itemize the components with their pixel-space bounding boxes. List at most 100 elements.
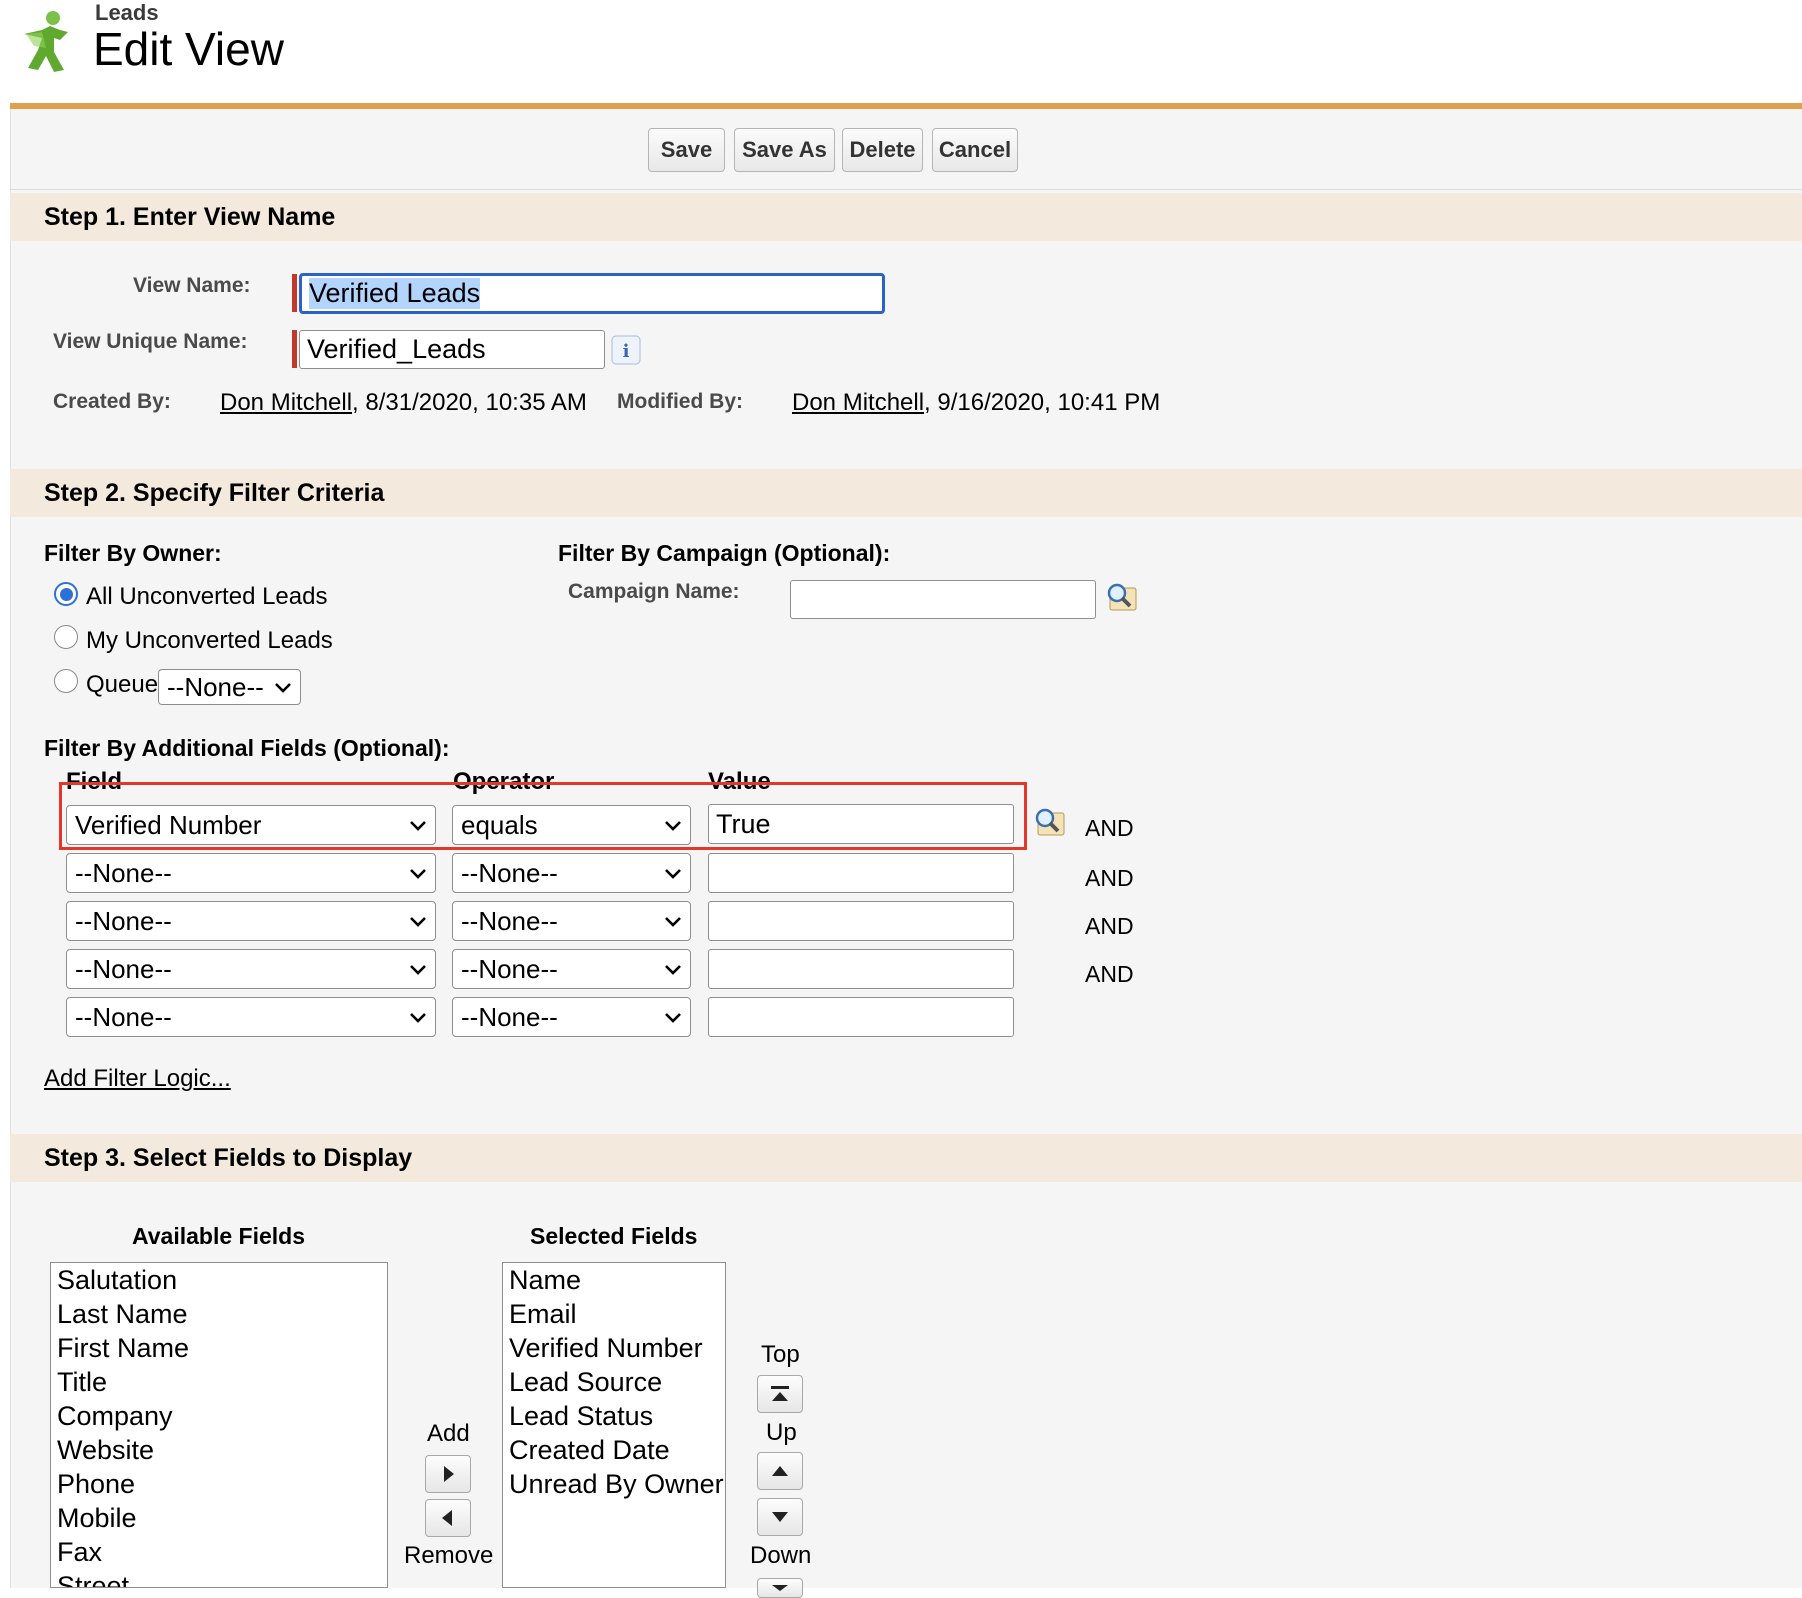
campaign-name-label: Campaign Name: [568, 580, 740, 603]
selected-fields-label: Selected Fields [530, 1223, 698, 1249]
queue-select-value: --None-- [167, 671, 264, 702]
filter-operator-select-3[interactable]: --None-- [452, 901, 691, 941]
queue-select[interactable]: --None-- [158, 669, 301, 705]
filter-value-field-3[interactable] [708, 901, 1014, 941]
remove-label: Remove [404, 1542, 494, 1569]
list-item[interactable]: Verified Number [503, 1331, 725, 1365]
view-name-value: Verified Leads [309, 278, 481, 309]
unique-name-label: View Unique Name: [53, 330, 248, 353]
triangle-up-icon [772, 1466, 788, 1476]
view-name-field[interactable]: Verified Leads [299, 273, 885, 314]
triangle-right-icon [444, 1466, 454, 1482]
campaign-lookup-icon[interactable] [1104, 580, 1138, 614]
radio-all-unconverted[interactable] [54, 582, 78, 606]
filter-campaign-label: Filter By Campaign (Optional): [558, 540, 891, 566]
filter-operator-value: --None-- [461, 953, 558, 984]
chevron-down-icon [410, 1013, 426, 1023]
page-title: Edit View [93, 23, 284, 75]
additional-fields-label: Filter By Additional Fields (Optional): [44, 735, 450, 761]
filter-field-select-3[interactable]: --None-- [66, 901, 436, 941]
add-filter-logic-link[interactable]: Add Filter Logic... [44, 1065, 231, 1093]
conjunction-and: AND [1085, 815, 1134, 841]
filter-field-select-4[interactable]: --None-- [66, 949, 436, 989]
list-item[interactable]: Phone [51, 1467, 387, 1501]
option-queue: Queue [86, 671, 159, 698]
filter-operator-select-2[interactable]: --None-- [452, 853, 691, 893]
list-item[interactable]: Salutation [51, 1263, 387, 1297]
view-name-label: View Name: [133, 274, 251, 297]
filter-field-select-2[interactable]: --None-- [66, 853, 436, 893]
move-bottom-button[interactable] [757, 1578, 803, 1598]
radio-queue[interactable] [54, 669, 78, 693]
filter-owner-label: Filter By Owner: [44, 540, 222, 566]
list-item[interactable]: Lead Source [503, 1365, 725, 1399]
unique-name-value: Verified_Leads [307, 334, 486, 364]
toolbar-divider [10, 189, 1802, 190]
chevron-down-icon [275, 683, 291, 693]
required-marker [292, 274, 297, 312]
filter-value-field-2[interactable] [708, 853, 1014, 893]
delete-button[interactable]: Delete [842, 128, 923, 172]
conjunction-and: AND [1085, 913, 1134, 939]
chevron-down-icon [410, 869, 426, 879]
chevron-down-icon [665, 917, 681, 927]
filter-value-lookup-icon[interactable] [1032, 805, 1066, 839]
move-bottom-icon [772, 1585, 788, 1591]
move-top-button[interactable] [757, 1375, 803, 1413]
list-item[interactable]: Street [51, 1569, 387, 1587]
created-by-user-link[interactable]: Don Mitchell [220, 389, 352, 416]
required-marker [292, 330, 297, 368]
filter-field-value: --None-- [75, 905, 172, 936]
annotation-highlight-box [59, 782, 1027, 850]
remove-field-button[interactable] [425, 1499, 471, 1537]
unique-name-field[interactable]: Verified_Leads [299, 330, 605, 369]
conjunction-and: AND [1085, 865, 1134, 891]
up-label: Up [766, 1419, 797, 1446]
modified-by-label: Modified By: [617, 390, 743, 413]
add-field-button[interactable] [425, 1455, 471, 1493]
list-item[interactable]: Name [503, 1263, 725, 1297]
filter-operator-value: --None-- [461, 905, 558, 936]
save-as-button[interactable]: Save As [734, 128, 835, 172]
list-item[interactable]: Lead Status [503, 1399, 725, 1433]
down-label: Down [750, 1542, 812, 1569]
list-item[interactable]: Fax [51, 1535, 387, 1569]
option-all-unconverted: All Unconverted Leads [86, 583, 328, 610]
selected-fields-listbox[interactable]: Name Email Verified Number Lead Source L… [502, 1262, 726, 1588]
list-item[interactable]: Unread By Owner [503, 1467, 725, 1501]
list-item[interactable]: First Name [51, 1331, 387, 1365]
move-down-button[interactable] [757, 1498, 803, 1536]
filter-value-field-4[interactable] [708, 949, 1014, 989]
filter-operator-select-5[interactable]: --None-- [452, 997, 691, 1037]
cancel-button[interactable]: Cancel [932, 128, 1018, 172]
filter-value-field-5[interactable] [708, 997, 1014, 1037]
step2-heading: Step 2. Specify Filter Criteria [10, 469, 1802, 517]
list-item[interactable]: Website [51, 1433, 387, 1467]
campaign-name-field[interactable] [790, 580, 1096, 619]
chevron-down-icon [410, 917, 426, 927]
conjunction-and: AND [1085, 961, 1134, 987]
top-label: Top [761, 1341, 800, 1368]
filter-operator-value: --None-- [461, 857, 558, 888]
chevron-down-icon [410, 965, 426, 975]
info-icon[interactable]: i [611, 335, 641, 365]
available-fields-listbox[interactable]: Salutation Last Name First Name Title Co… [50, 1262, 388, 1588]
list-item[interactable]: Created Date [503, 1433, 725, 1467]
list-item[interactable]: Company [51, 1399, 387, 1433]
save-button[interactable]: Save [648, 128, 725, 172]
filter-field-select-5[interactable]: --None-- [66, 997, 436, 1037]
list-item[interactable]: Email [503, 1297, 725, 1331]
filter-operator-select-4[interactable]: --None-- [452, 949, 691, 989]
list-item[interactable]: Last Name [51, 1297, 387, 1331]
list-item[interactable]: Mobile [51, 1501, 387, 1535]
chevron-down-icon [665, 1013, 681, 1023]
list-item[interactable]: Title [51, 1365, 387, 1399]
move-up-button[interactable] [757, 1452, 803, 1490]
leads-logo-icon [24, 11, 68, 72]
radio-my-unconverted[interactable] [54, 625, 78, 649]
modified-by-user-link[interactable]: Don Mitchell [792, 389, 924, 416]
triangle-left-icon [442, 1510, 452, 1526]
chevron-down-icon [665, 965, 681, 975]
filter-field-value: --None-- [75, 1001, 172, 1032]
modified-by-date: , 9/16/2020, 10:41 PM [924, 389, 1161, 416]
